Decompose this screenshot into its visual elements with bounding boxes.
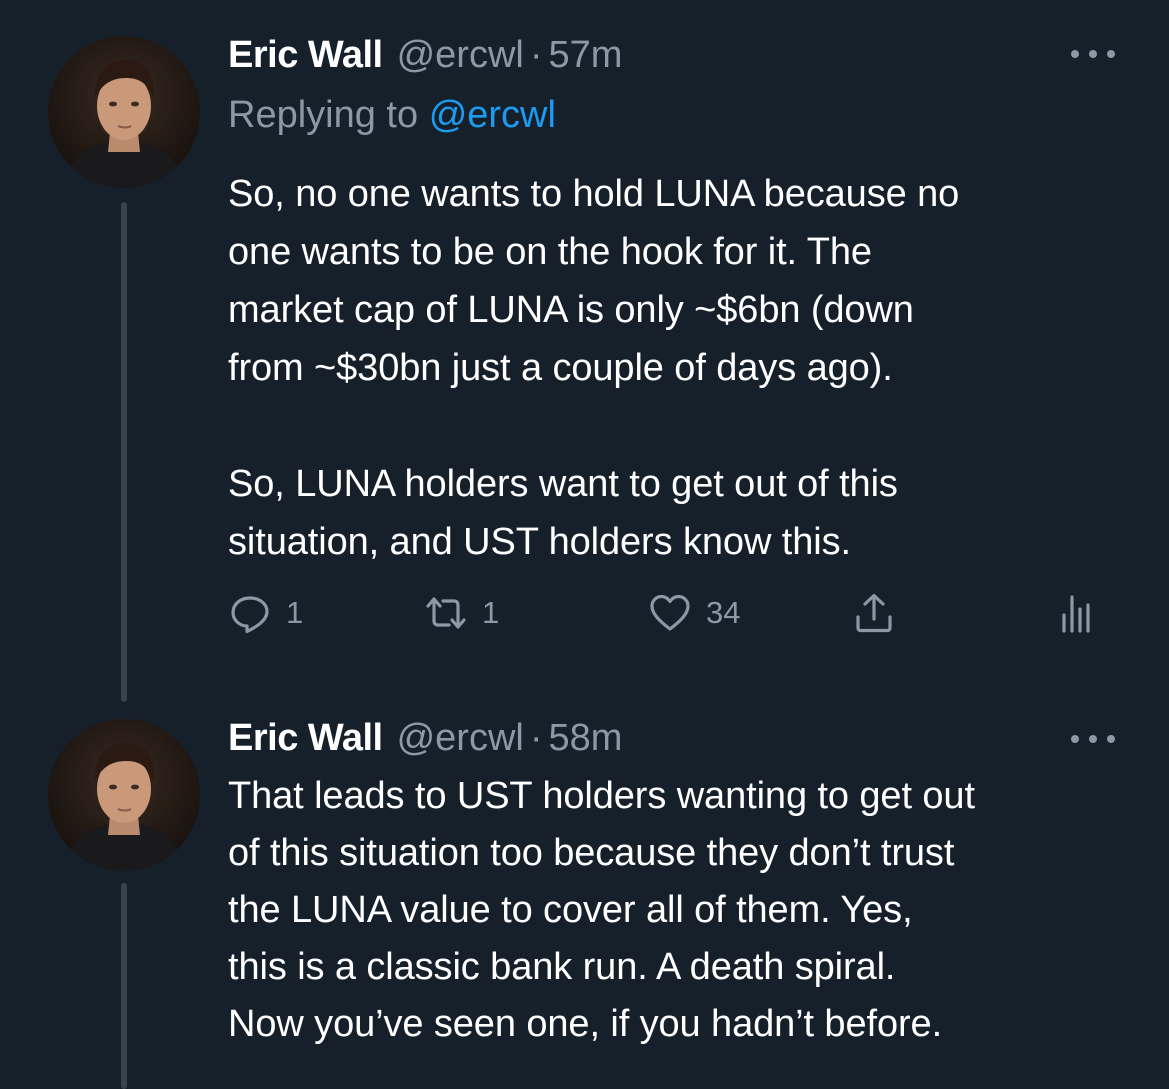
- avatar[interactable]: [48, 719, 200, 871]
- like-button[interactable]: 34: [648, 588, 740, 638]
- more-dot: [1089, 50, 1097, 58]
- replying-to-handle[interactable]: @ercwl: [429, 94, 556, 136]
- more-icon[interactable]: [1071, 44, 1115, 64]
- more-dot: [1071, 735, 1079, 743]
- analytics-button[interactable]: [1054, 588, 1098, 638]
- heart-icon: [650, 594, 690, 631]
- header-separator: ·: [529, 717, 543, 759]
- avatar[interactable]: [48, 36, 200, 188]
- share-button[interactable]: [852, 588, 896, 638]
- thread-connector-line: [121, 202, 127, 702]
- retweet-count: 1: [482, 595, 500, 630]
- like-count: 34: [706, 595, 741, 630]
- tweet-timestamp[interactable]: 57m: [549, 30, 623, 80]
- author-display-name[interactable]: Eric Wall: [228, 30, 383, 80]
- replying-to-label: Replying to: [228, 94, 419, 136]
- reply-button[interactable]: 1: [228, 588, 303, 638]
- reply-icon: [231, 596, 269, 634]
- thread-view: Eric Wall @ercwl · 57m Replying to @ercw…: [0, 0, 1169, 1089]
- tweet[interactable]: Eric Wall @ercwl · 58m That leads to UST…: [0, 705, 1169, 1089]
- header-separator: ·: [529, 34, 543, 76]
- thread-connector-line: [121, 883, 127, 1089]
- more-dot: [1089, 735, 1097, 743]
- retweet-button[interactable]: 1: [424, 588, 499, 638]
- author-display-name[interactable]: Eric Wall: [228, 713, 383, 763]
- tweet-text: That leads to UST holders wanting to get…: [228, 775, 975, 1045]
- tweet-header: Eric Wall @ercwl · 57m: [228, 30, 622, 80]
- tweet[interactable]: Eric Wall @ercwl · 57m Replying to @ercw…: [0, 0, 1169, 705]
- tweet-actions: 1 1 34: [228, 588, 1108, 638]
- more-dot: [1107, 50, 1115, 58]
- analytics-icon: [1062, 595, 1090, 633]
- tweet-text: So, no one wants to hold LUNA because no…: [228, 173, 960, 563]
- reply-count: 1: [286, 595, 304, 630]
- author-handle[interactable]: @ercwl: [397, 30, 524, 80]
- more-dot: [1107, 735, 1115, 743]
- more-icon[interactable]: [1071, 729, 1115, 749]
- avatar-photo: [48, 36, 200, 188]
- tweet-header: Eric Wall @ercwl · 58m: [228, 713, 622, 763]
- share-icon: [856, 593, 892, 633]
- author-handle[interactable]: @ercwl: [397, 713, 524, 763]
- avatar-photo: [48, 719, 200, 871]
- more-dot: [1071, 50, 1079, 58]
- replying-to-line: Replying to @ercwl: [228, 90, 556, 140]
- tweet-timestamp[interactable]: 58m: [549, 713, 623, 763]
- retweet-icon: [426, 597, 466, 629]
